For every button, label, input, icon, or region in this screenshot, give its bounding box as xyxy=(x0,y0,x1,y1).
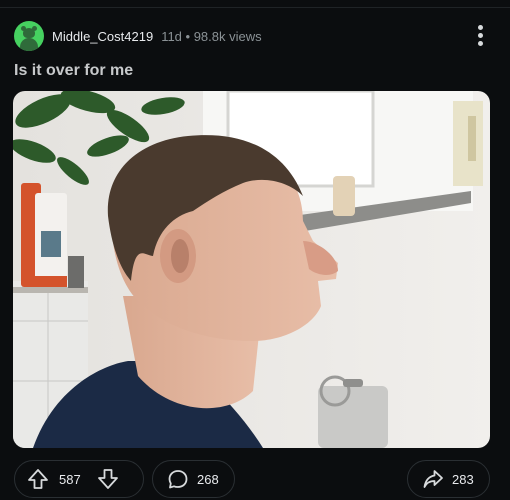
comments-button[interactable]: 268 xyxy=(152,460,235,498)
avatar-head-icon xyxy=(23,28,35,38)
downvote-icon[interactable] xyxy=(97,468,119,490)
share-icon xyxy=(422,468,444,490)
post-header: Middle_Cost4219 11d • 98.8k views xyxy=(14,20,262,52)
comment-count: 268 xyxy=(197,471,219,487)
username[interactable]: Middle_Cost4219 xyxy=(52,29,153,44)
post-title: Is it over for me xyxy=(14,62,134,79)
upvote-icon[interactable] xyxy=(27,468,49,490)
avatar-body-icon xyxy=(20,38,38,51)
comment-icon xyxy=(167,468,189,490)
more-options-icon[interactable] xyxy=(478,24,484,48)
share-count: 283 xyxy=(452,471,474,487)
post-actions: 587 268 283 xyxy=(0,458,510,500)
top-divider xyxy=(0,7,510,8)
vote-group: 587 xyxy=(14,460,144,498)
avatar[interactable] xyxy=(14,21,44,51)
upvote-count: 587 xyxy=(59,471,81,487)
post-image[interactable] xyxy=(13,91,490,448)
post-meta: 11d • 98.8k views xyxy=(161,28,262,44)
share-button[interactable]: 283 xyxy=(407,460,490,498)
photo-illustration xyxy=(13,91,490,448)
